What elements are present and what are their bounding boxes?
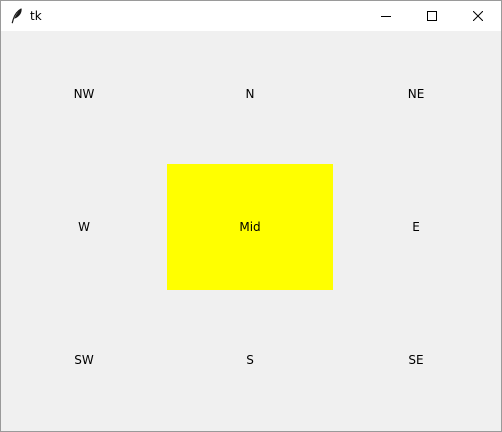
label-mid: Mid [239,220,261,234]
label-se: SE [408,353,424,367]
title-bar[interactable]: tk [1,1,501,31]
minimize-button[interactable] [363,1,409,31]
app-window: tk NW N NE W Mid E SW S SE [0,0,502,432]
maximize-button[interactable] [409,1,455,31]
minimize-icon [381,16,391,17]
feather-icon [11,8,23,24]
window-title: tk [30,9,42,23]
label-nw: NW [73,87,95,101]
window-client-area: NW N NE W Mid E SW S SE [1,31,501,431]
label-e: E [412,220,420,234]
maximize-icon [427,11,437,21]
close-button[interactable] [455,1,501,31]
label-sw: SW [74,353,94,367]
mid-box: Mid [167,164,333,290]
label-ne: NE [407,87,425,101]
close-icon [473,11,483,21]
label-s: S [246,353,254,367]
label-w: W [78,220,90,234]
label-n: N [245,87,255,101]
